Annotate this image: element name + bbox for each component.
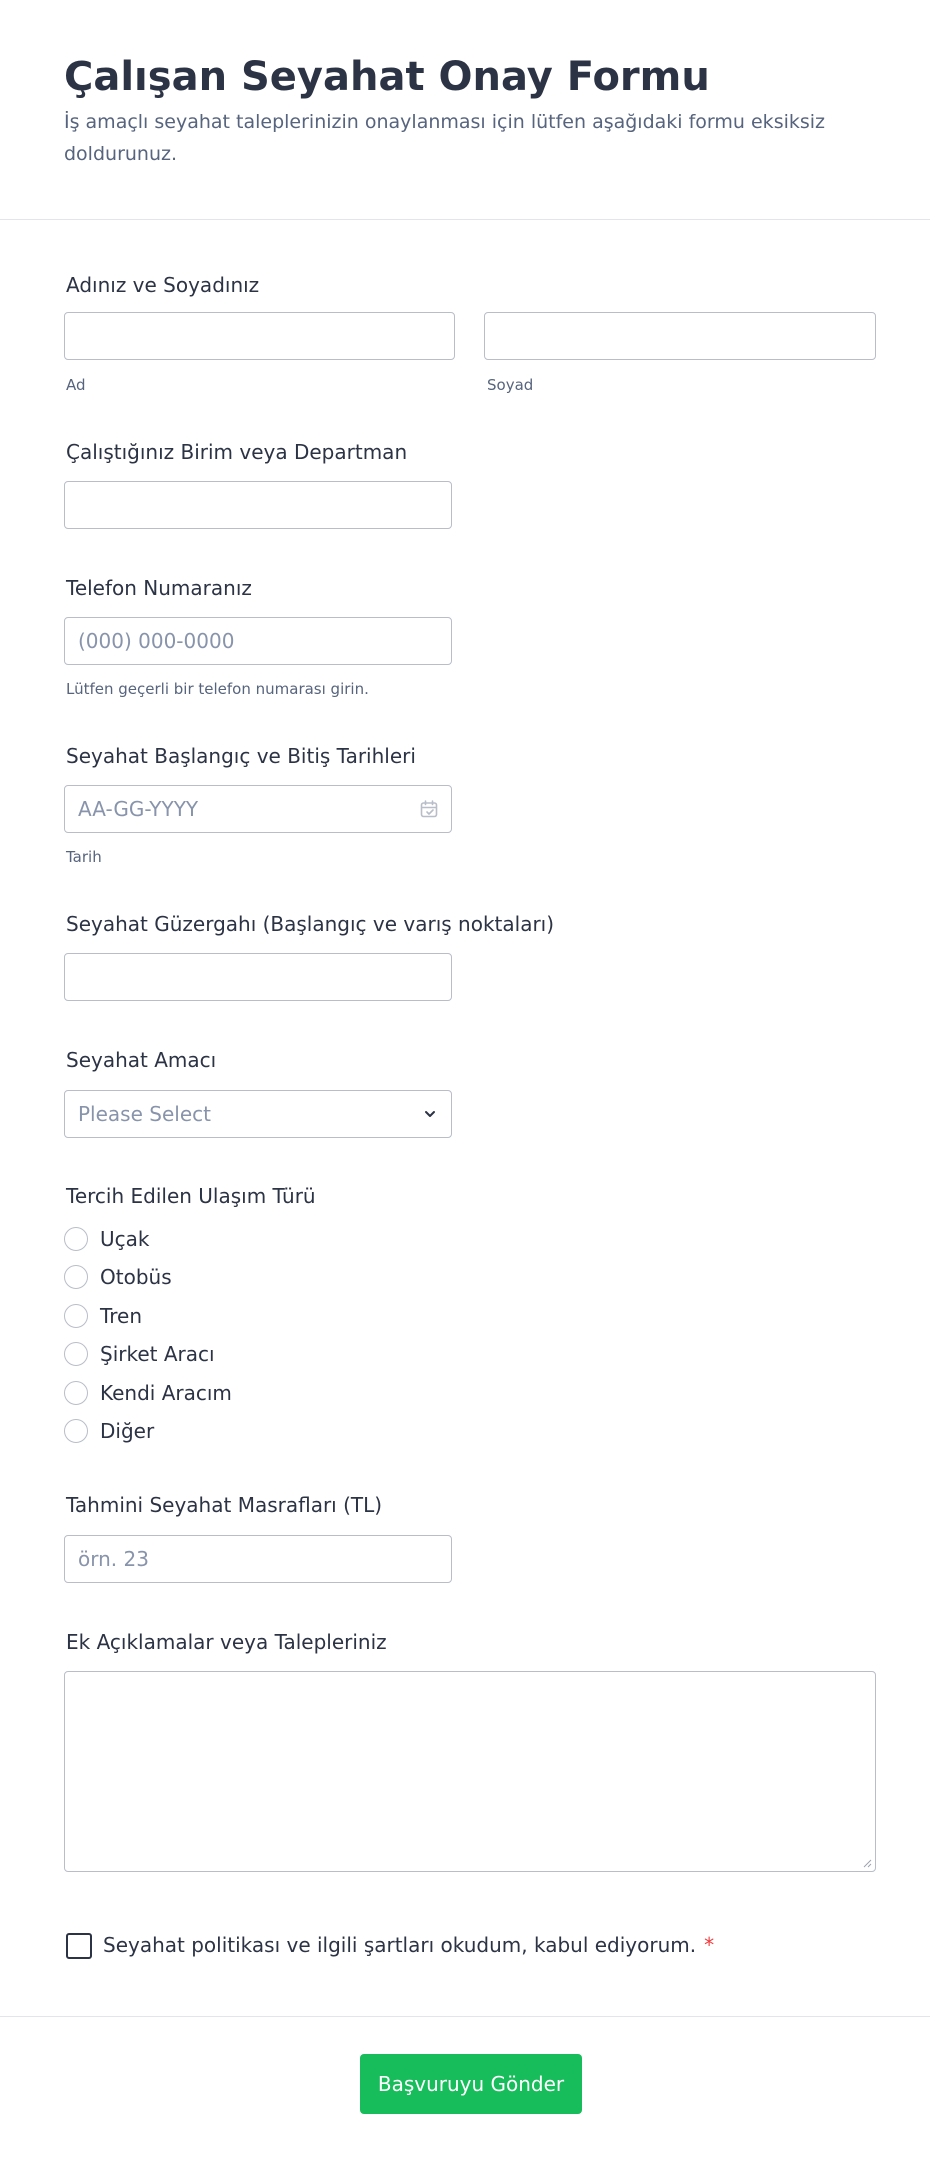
last-name-sublabel: Soyad [487,376,534,394]
transport-option[interactable]: Kendi Aracım [64,1378,232,1408]
date-sublabel: Tarih [66,848,102,866]
first-name-sublabel: Ad [66,376,86,394]
transport-option-label: Kendi Aracım [100,1381,232,1405]
transport-option-label: Uçak [100,1227,150,1251]
route-label: Seyahat Güzergahı (Başlangıç ve varış no… [66,912,555,936]
consent-text: Seyahat politikası ve ilgili şartları ok… [103,1933,697,1957]
transport-option[interactable]: Şirket Aracı [64,1339,215,1369]
name-label: Adınız ve Soyadınız [66,273,260,297]
radio-button[interactable] [64,1381,88,1405]
last-name-input[interactable] [484,312,876,360]
consent-label[interactable]: Seyahat politikası ve ilgili şartları ok… [103,1930,714,1960]
chevron-down-icon[interactable] [421,1105,439,1123]
purpose-label: Seyahat Amacı [66,1048,217,1072]
expenses-input[interactable]: örn. 23 [64,1535,452,1583]
radio-button[interactable] [64,1419,88,1443]
submit-button[interactable]: Başvuruyu Gönder [360,2054,582,2114]
transport-option[interactable]: Tren [64,1301,142,1331]
expenses-label: Tahmini Seyahat Masrafları (TL) [66,1493,383,1517]
date-placeholder: AA-GG-YYYY [78,797,199,821]
radio-button[interactable] [64,1227,88,1251]
department-input[interactable] [64,481,452,529]
transport-label: Tercih Edilen Ulaşım Türü [66,1184,316,1208]
resize-handle-icon[interactable] [862,1858,872,1868]
form-header: Çalışan Seyahat Onay Formu İş amaçlı sey… [0,0,930,220]
route-input[interactable] [64,953,452,1001]
required-asterisk: * [704,1933,715,1957]
phone-label: Telefon Numaranız [66,576,252,600]
form-subtitle: İş amaçlı seyahat taleplerinizin onaylan… [64,111,826,165]
calendar-icon[interactable] [419,799,439,819]
notes-label: Ek Açıklamalar veya Talepleriniz [66,1630,387,1654]
transport-option[interactable]: Otobüs [64,1262,172,1292]
radio-button[interactable] [64,1304,88,1328]
radio-button[interactable] [64,1265,88,1289]
form-title: Çalışan Seyahat Onay Formu [64,54,710,100]
notes-textarea[interactable] [64,1671,876,1872]
purpose-selected-value: Please Select [78,1102,211,1126]
radio-button[interactable] [64,1342,88,1366]
transport-option[interactable]: Uçak [64,1224,149,1254]
transport-option[interactable]: Diğer [64,1416,154,1446]
phone-input[interactable]: (000) 000-0000 [64,617,452,665]
footer-divider [0,2016,930,2017]
department-label: Çalıştığınız Birim veya Departman [66,440,408,464]
consent-checkbox[interactable] [66,1933,92,1959]
purpose-select[interactable]: Please Select [64,1090,452,1138]
transport-option-label: Şirket Aracı [100,1342,215,1366]
transport-option-label: Tren [100,1304,143,1328]
first-name-input[interactable] [64,312,455,360]
dates-label: Seyahat Başlangıç ve Bitiş Tarihleri [66,744,416,768]
phone-hint: Lütfen geçerli bir telefon numarası giri… [66,680,369,698]
transport-option-label: Diğer [100,1419,155,1443]
transport-option-label: Otobüs [100,1265,172,1289]
date-input[interactable]: AA-GG-YYYY [64,785,452,833]
